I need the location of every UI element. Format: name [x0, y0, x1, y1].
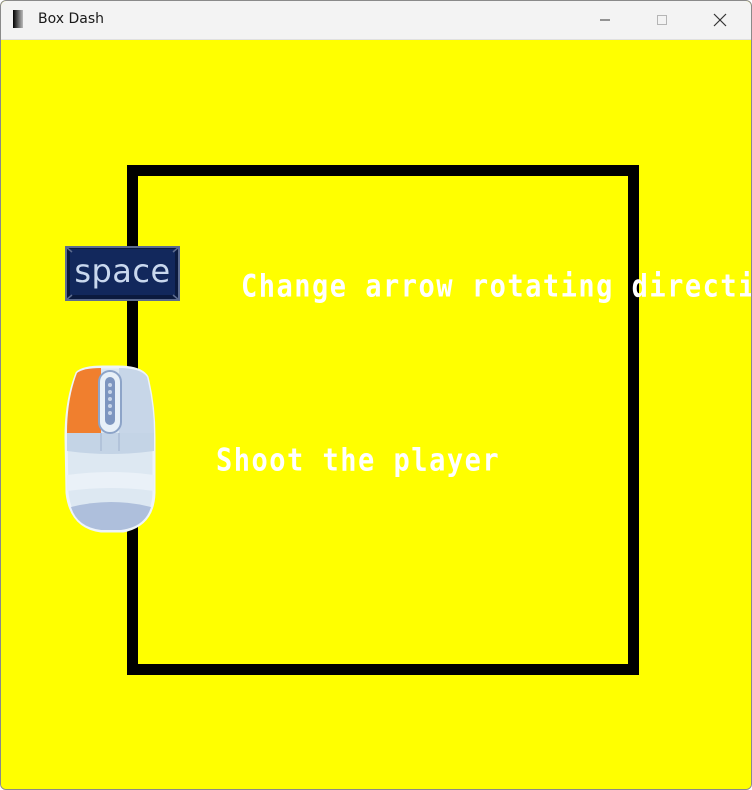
arena-box — [127, 165, 639, 675]
game-window: Box Dash space Change arrow rotating dir… — [0, 0, 752, 790]
close-icon — [713, 13, 727, 27]
window-title: Box Dash — [38, 11, 105, 27]
mouse-left-click-icon — [64, 365, 156, 533]
minimize-icon — [600, 19, 610, 21]
space-key-icon: space — [64, 245, 181, 303]
app-icon — [13, 10, 23, 28]
maximize-icon — [657, 15, 667, 25]
game-canvas[interactable]: space Change arrow rotating direction Sh… — [1, 40, 751, 789]
title-bar[interactable]: Box Dash — [1, 1, 751, 40]
space-key-label: space — [74, 252, 171, 290]
close-button[interactable] — [697, 1, 743, 39]
space-key-description: Change arrow rotating direction — [241, 269, 752, 305]
maximize-button[interactable] — [639, 1, 685, 39]
mouse-description: Shoot the player — [216, 443, 501, 479]
minimize-button[interactable] — [582, 1, 628, 39]
